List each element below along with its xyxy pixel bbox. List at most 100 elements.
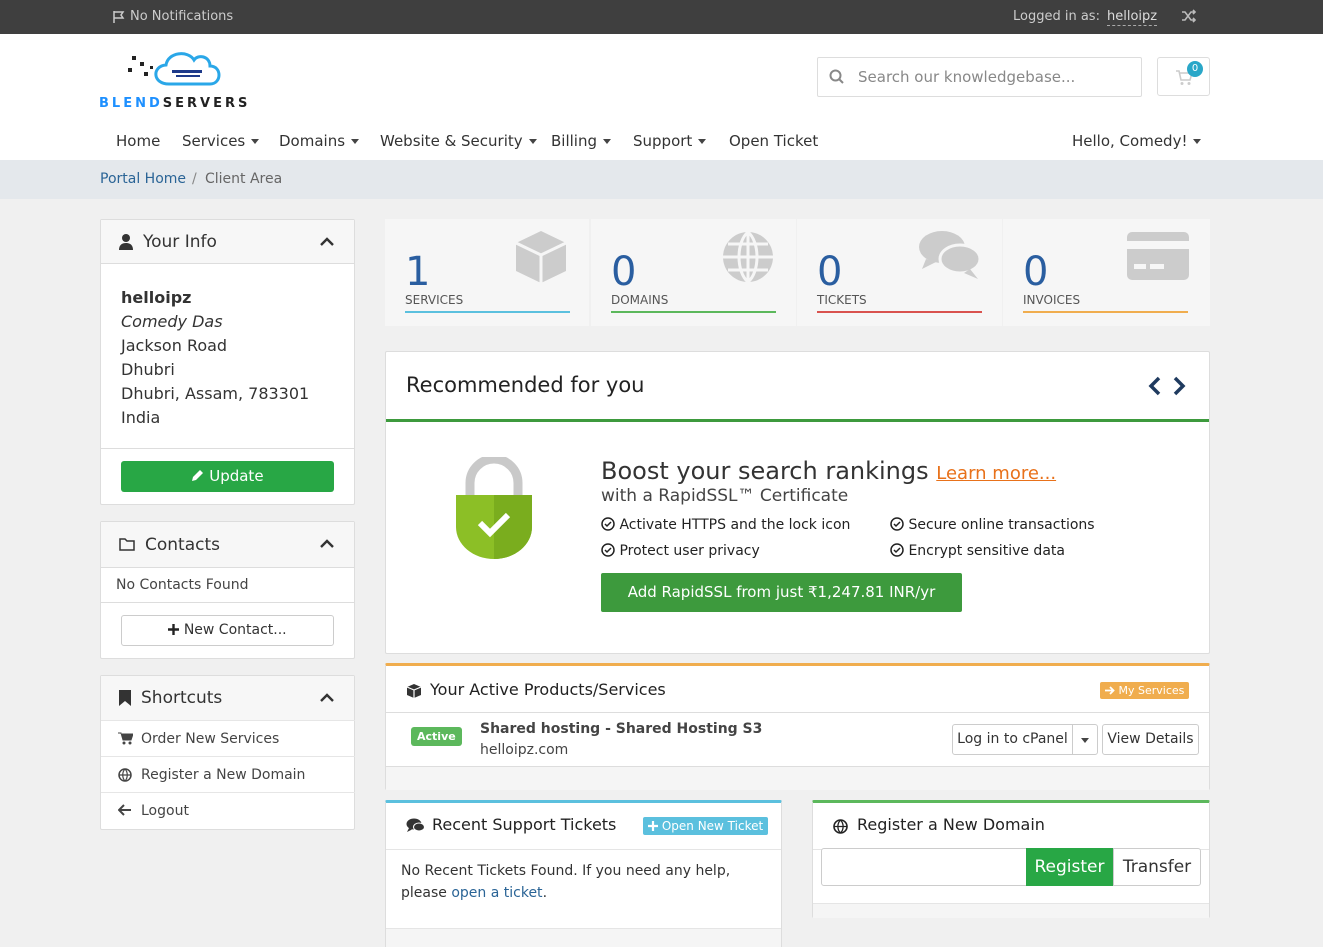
- stat-value: 1: [405, 249, 431, 295]
- client-details: helloipz Comedy Das Jackson Road Dhubri …: [101, 264, 354, 430]
- comments-icon: [918, 229, 982, 287]
- stat-services[interactable]: 1 SERVICES: [385, 219, 589, 326]
- shortcut-register-domain[interactable]: Register a New Domain: [101, 756, 355, 792]
- knowledgebase-search[interactable]: [817, 57, 1142, 97]
- register-button[interactable]: Register: [1026, 848, 1113, 886]
- client-name: Comedy Das: [121, 312, 223, 331]
- add-rapidssl-button[interactable]: Add RapidSSL from just ₹1,247.81 INR/yr: [601, 573, 962, 612]
- period: .: [542, 885, 548, 901]
- update-button[interactable]: Update: [121, 461, 334, 492]
- nav-domains[interactable]: Domains: [279, 132, 360, 150]
- brand-wordmark: BLENDSERVERS: [99, 96, 250, 111]
- chevron-down-icon: [603, 139, 611, 144]
- nav-home[interactable]: Home: [116, 132, 160, 150]
- nav-services[interactable]: Services: [182, 132, 260, 150]
- shortcut-order-services[interactable]: Order New Services: [101, 720, 355, 756]
- brand-logo[interactable]: BLENDSERVERS: [99, 48, 259, 118]
- your-info-header[interactable]: Your Info: [101, 220, 354, 264]
- nav-billing[interactable]: Billing: [551, 132, 611, 150]
- feature-item: Secure online transactions: [890, 517, 1095, 533]
- my-services-button[interactable]: My Services: [1100, 682, 1190, 699]
- open-new-ticket-button[interactable]: Open New Ticket: [643, 817, 769, 835]
- shortcut-logout[interactable]: Logout: [101, 792, 355, 829]
- search-input[interactable]: [858, 66, 1128, 88]
- logged-in-username[interactable]: helloipz: [1107, 9, 1158, 26]
- chevron-up-icon[interactable]: [320, 537, 334, 553]
- cpanel-login-button[interactable]: Log in to cPanel: [952, 724, 1073, 755]
- no-tickets-text: No Recent Tickets Found. If you need any…: [401, 860, 771, 904]
- shuffle-icon[interactable]: [1181, 9, 1197, 27]
- stat-bar: [1023, 311, 1188, 313]
- client-country: India: [121, 408, 161, 427]
- new-contact-button[interactable]: New Contact...: [121, 615, 334, 646]
- nav-account-menu[interactable]: Hello, Comedy!: [1072, 132, 1202, 150]
- chevron-left-icon[interactable]: [1148, 376, 1162, 400]
- cart-button[interactable]: 0: [1157, 57, 1210, 96]
- shortcuts-header[interactable]: Shortcuts: [101, 676, 354, 720]
- globe-icon: [720, 229, 776, 289]
- chevron-down-icon: [1193, 139, 1202, 144]
- chevron-up-icon[interactable]: [320, 235, 334, 251]
- header: BLENDSERVERS 0 Home Services Domains Web…: [0, 34, 1323, 160]
- notifications-text: No Notifications: [130, 9, 234, 24]
- top-bar: No Notifications Logged in as: helloipz: [0, 0, 1323, 34]
- cpanel-dropdown-toggle[interactable]: [1072, 724, 1098, 755]
- learn-more-link[interactable]: Learn more...: [936, 463, 1056, 484]
- product-name[interactable]: Shared hosting - Shared Hosting S3: [480, 721, 762, 737]
- cart-icon: [118, 732, 134, 749]
- product-domain: helloipz.com: [480, 742, 569, 758]
- feature-text: Activate HTTPS and the lock icon: [619, 517, 851, 533]
- nav-hello-label: Hello, Comedy!: [1072, 132, 1188, 150]
- shortcuts-title: Shortcuts: [141, 688, 223, 708]
- stat-bar: [611, 311, 776, 313]
- notifications-link[interactable]: No Notifications: [112, 9, 233, 24]
- stat-domains[interactable]: 0 DOMAINS: [591, 219, 796, 326]
- shortcuts-panel: Shortcuts Order New Services Register a …: [100, 675, 355, 830]
- open-ticket-link[interactable]: open a ticket: [451, 885, 542, 901]
- chevron-down-icon: [351, 139, 360, 144]
- transfer-button[interactable]: Transfer: [1113, 848, 1201, 886]
- arrow-left-icon: [117, 804, 132, 820]
- no-contacts-text: No Contacts Found: [116, 577, 249, 593]
- your-info-title: Your Info: [143, 232, 217, 252]
- nav-domains-label: Domains: [279, 132, 346, 150]
- divider: [101, 448, 354, 449]
- update-label: Update: [209, 467, 264, 485]
- feature-text: Secure online transactions: [908, 517, 1095, 533]
- domain-search-input[interactable]: [821, 848, 1027, 886]
- cloud-logo-icon: [128, 52, 221, 86]
- support-tickets-title: Recent Support Tickets: [432, 815, 617, 834]
- nav-website-security[interactable]: Website & Security: [380, 132, 537, 150]
- nav-billing-label: Billing: [551, 132, 597, 150]
- stat-value: 0: [1023, 249, 1049, 295]
- check-circle-icon: [601, 517, 615, 531]
- feature-text: Encrypt sensitive data: [908, 543, 1065, 559]
- check-circle-icon: [890, 543, 904, 557]
- feature-item: Protect user privacy: [601, 543, 760, 559]
- nav-services-label: Services: [182, 132, 246, 150]
- stat-tickets[interactable]: 0 TICKETS: [797, 219, 1002, 326]
- shortcut-label: Order New Services: [141, 731, 280, 747]
- support-tickets-panel: Recent Support Tickets Open New Ticket N…: [385, 800, 782, 947]
- divider: [386, 712, 1209, 713]
- nav-website-security-label: Website & Security: [380, 132, 523, 150]
- nav-support[interactable]: Support: [633, 132, 707, 150]
- arrow-right-icon: [1105, 686, 1115, 695]
- stat-invoices[interactable]: 0 INVOICES: [1003, 219, 1210, 326]
- recommended-panel: Recommended for you Boost your search ra…: [385, 351, 1210, 654]
- contacts-header[interactable]: Contacts: [101, 522, 354, 568]
- cart-count-badge: 0: [1187, 61, 1203, 77]
- recommended-subline: with a RapidSSL™ Certificate: [601, 486, 849, 506]
- nav-open-ticket[interactable]: Open Ticket: [729, 132, 818, 150]
- chevron-up-icon[interactable]: [320, 691, 334, 707]
- chevron-right-icon[interactable]: [1172, 376, 1186, 400]
- register-domain-title: Register a New Domain: [857, 815, 1045, 834]
- view-details-button[interactable]: View Details: [1102, 724, 1199, 755]
- feature-item: Activate HTTPS and the lock icon: [601, 517, 850, 533]
- my-services-label: My Services: [1118, 684, 1185, 697]
- breadcrumb-current: Client Area: [205, 171, 283, 187]
- active-products-title: Your Active Products/Services: [430, 680, 666, 699]
- stat-bar: [817, 311, 982, 313]
- breadcrumb-home[interactable]: Portal Home: [100, 171, 186, 187]
- search-icon: [829, 69, 845, 89]
